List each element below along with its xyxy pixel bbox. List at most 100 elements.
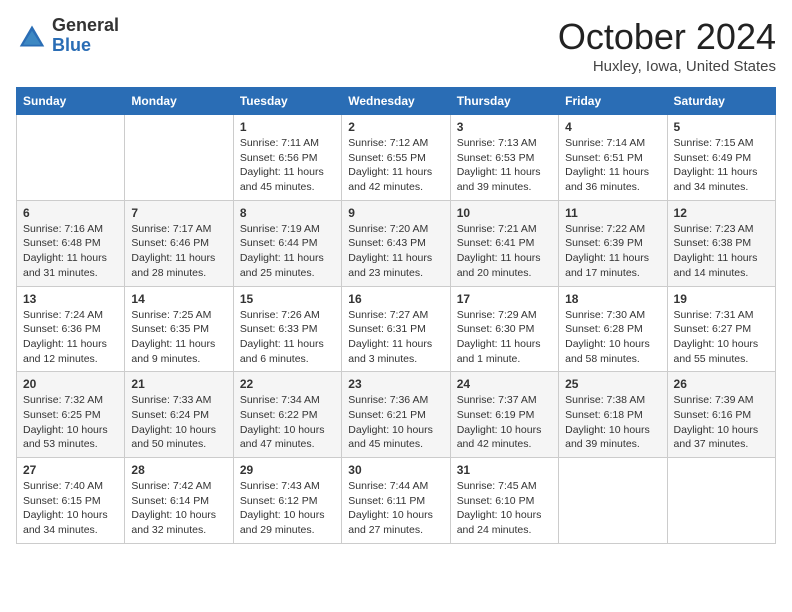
calendar-cell: 24 Sunrise: 7:37 AM Sunset: 6:19 PM Dayli… [450,372,558,458]
day-info: Sunrise: 7:44 AM Sunset: 6:11 PM Dayligh… [348,479,443,538]
day-info: Sunrise: 7:36 AM Sunset: 6:21 PM Dayligh… [348,393,443,452]
location: Huxley, Iowa, United States [558,58,776,75]
day-info: Sunrise: 7:30 AM Sunset: 6:28 PM Dayligh… [565,308,660,367]
day-info: Sunrise: 7:31 AM Sunset: 6:27 PM Dayligh… [674,308,769,367]
days-of-week-row: SundayMondayTuesdayWednesdayThursdayFrid… [17,88,776,115]
day-info: Sunrise: 7:11 AM Sunset: 6:56 PM Dayligh… [240,136,335,195]
calendar-cell: 11 Sunrise: 7:22 AM Sunset: 6:39 PM Dayli… [559,200,667,286]
day-number: 7 [131,206,226,220]
calendar-cell: 25Sunrise: 7:38 AM Sunset: 6:18 PM Dayli… [559,372,667,458]
day-number: 3 [457,120,552,134]
day-number: 20 [23,377,118,391]
day-number: 24 [457,377,552,391]
calendar-cell: 15 Sunrise: 7:26 AM Sunset: 6:33 PM Dayli… [233,286,341,372]
day-info: Sunrise: 7:16 AM Sunset: 6:48 PM Dayligh… [23,222,118,281]
title-area: October 2024 Huxley, Iowa, United States [558,16,776,75]
day-number: 28 [131,463,226,477]
day-info: Sunrise: 7:15 AM Sunset: 6:49 PM Dayligh… [674,136,769,195]
day-number: 13 [23,292,118,306]
day-number: 15 [240,292,335,306]
day-number: 26 [674,377,769,391]
day-number: 29 [240,463,335,477]
day-info: Sunrise: 7:17 AM Sunset: 6:46 PM Dayligh… [131,222,226,281]
calendar-cell: 20 Sunrise: 7:32 AM Sunset: 6:25 PM Dayli… [17,372,125,458]
day-number: 9 [348,206,443,220]
day-info: Sunrise: 7:27 AM Sunset: 6:31 PM Dayligh… [348,308,443,367]
calendar-cell: 10 Sunrise: 7:21 AM Sunset: 6:41 PM Dayli… [450,200,558,286]
day-number: 21 [131,377,226,391]
day-info: Sunrise: 7:37 AM Sunset: 6:19 PM Dayligh… [457,393,552,452]
day-number: 6 [23,206,118,220]
calendar-cell: 16 Sunrise: 7:27 AM Sunset: 6:31 PM Dayli… [342,286,450,372]
calendar-cell: 3 Sunrise: 7:13 AM Sunset: 6:53 PM Daylig… [450,115,558,201]
day-info: Sunrise: 7:12 AM Sunset: 6:55 PM Dayligh… [348,136,443,195]
day-info: Sunrise: 7:22 AM Sunset: 6:39 PM Dayligh… [565,222,660,281]
day-info: Sunrise: 7:32 AM Sunset: 6:25 PM Dayligh… [23,393,118,452]
logo-general: General [52,16,119,36]
logo-icon [16,22,48,50]
calendar-cell: 6 Sunrise: 7:16 AM Sunset: 6:48 PM Daylig… [17,200,125,286]
day-info: Sunrise: 7:23 AM Sunset: 6:38 PM Dayligh… [674,222,769,281]
day-number: 4 [565,120,660,134]
calendar-cell: 13 Sunrise: 7:24 AM Sunset: 6:36 PM Dayli… [17,286,125,372]
calendar-cell: 30Sunrise: 7:44 AM Sunset: 6:11 PM Dayli… [342,458,450,544]
day-info: Sunrise: 7:39 AM Sunset: 6:16 PM Dayligh… [674,393,769,452]
calendar-week-row: 13 Sunrise: 7:24 AM Sunset: 6:36 PM Dayli… [17,286,776,372]
day-info: Sunrise: 7:19 AM Sunset: 6:44 PM Dayligh… [240,222,335,281]
day-number: 12 [674,206,769,220]
day-info: Sunrise: 7:13 AM Sunset: 6:53 PM Dayligh… [457,136,552,195]
day-number: 27 [23,463,118,477]
day-info: Sunrise: 7:45 AM Sunset: 6:10 PM Dayligh… [457,479,552,538]
calendar-cell: 23 Sunrise: 7:36 AM Sunset: 6:21 PM Dayli… [342,372,450,458]
day-number: 31 [457,463,552,477]
day-info: Sunrise: 7:26 AM Sunset: 6:33 PM Dayligh… [240,308,335,367]
calendar-cell: 21Sunrise: 7:33 AM Sunset: 6:24 PM Dayli… [125,372,233,458]
day-number: 19 [674,292,769,306]
calendar-cell: 17Sunrise: 7:29 AM Sunset: 6:30 PM Dayli… [450,286,558,372]
day-of-week-header: Wednesday [342,88,450,115]
calendar-cell: 5 Sunrise: 7:15 AM Sunset: 6:49 PM Daylig… [667,115,775,201]
day-number: 22 [240,377,335,391]
calendar-cell: 28 Sunrise: 7:42 AM Sunset: 6:14 PM Dayli… [125,458,233,544]
calendar-cell [559,458,667,544]
day-of-week-header: Friday [559,88,667,115]
day-of-week-header: Saturday [667,88,775,115]
page-header: General Blue October 2024 Huxley, Iowa, … [16,16,776,75]
day-number: 11 [565,206,660,220]
day-info: Sunrise: 7:38 AM Sunset: 6:18 PM Dayligh… [565,393,660,452]
calendar-cell: 22 Sunrise: 7:34 AM Sunset: 6:22 PM Dayli… [233,372,341,458]
calendar-cell: 2 Sunrise: 7:12 AM Sunset: 6:55 PM Daylig… [342,115,450,201]
day-info: Sunrise: 7:20 AM Sunset: 6:43 PM Dayligh… [348,222,443,281]
logo: General Blue [16,16,119,56]
calendar-cell: 14Sunrise: 7:25 AM Sunset: 6:35 PM Dayli… [125,286,233,372]
day-number: 10 [457,206,552,220]
day-info: Sunrise: 7:24 AM Sunset: 6:36 PM Dayligh… [23,308,118,367]
day-number: 1 [240,120,335,134]
calendar-cell [125,115,233,201]
calendar-cell [17,115,125,201]
day-info: Sunrise: 7:21 AM Sunset: 6:41 PM Dayligh… [457,222,552,281]
day-info: Sunrise: 7:34 AM Sunset: 6:22 PM Dayligh… [240,393,335,452]
day-number: 18 [565,292,660,306]
day-number: 2 [348,120,443,134]
day-of-week-header: Monday [125,88,233,115]
day-info: Sunrise: 7:42 AM Sunset: 6:14 PM Dayligh… [131,479,226,538]
day-number: 16 [348,292,443,306]
day-number: 23 [348,377,443,391]
calendar-week-row: 1 Sunrise: 7:11 AM Sunset: 6:56 PM Daylig… [17,115,776,201]
day-number: 5 [674,120,769,134]
calendar-cell: 12 Sunrise: 7:23 AM Sunset: 6:38 PM Dayli… [667,200,775,286]
calendar-cell: 29 Sunrise: 7:43 AM Sunset: 6:12 PM Dayli… [233,458,341,544]
day-info: Sunrise: 7:43 AM Sunset: 6:12 PM Dayligh… [240,479,335,538]
calendar-cell: 26 Sunrise: 7:39 AM Sunset: 6:16 PM Dayli… [667,372,775,458]
day-number: 14 [131,292,226,306]
calendar-body: 1 Sunrise: 7:11 AM Sunset: 6:56 PM Daylig… [17,115,776,544]
calendar-cell [667,458,775,544]
calendar-cell: 18 Sunrise: 7:30 AM Sunset: 6:28 PM Dayli… [559,286,667,372]
calendar-cell: 4Sunrise: 7:14 AM Sunset: 6:51 PM Daylig… [559,115,667,201]
calendar-table: SundayMondayTuesdayWednesdayThursdayFrid… [16,87,776,544]
calendar-cell: 8Sunrise: 7:19 AM Sunset: 6:44 PM Daylig… [233,200,341,286]
calendar-cell: 1 Sunrise: 7:11 AM Sunset: 6:56 PM Daylig… [233,115,341,201]
calendar-week-row: 20 Sunrise: 7:32 AM Sunset: 6:25 PM Dayli… [17,372,776,458]
day-number: 17 [457,292,552,306]
